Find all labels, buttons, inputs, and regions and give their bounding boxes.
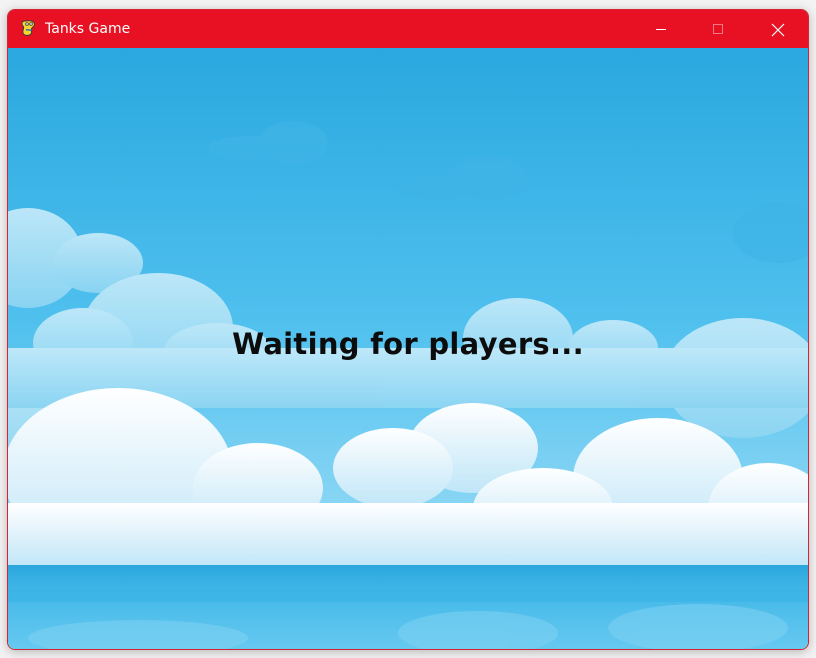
game-window: Tanks Game Waiting for players... [7, 9, 809, 650]
waiting-status-text: Waiting for players... [232, 327, 584, 361]
maximize-button[interactable] [695, 10, 741, 48]
window-title: Tanks Game [45, 21, 131, 37]
pygame-snake-icon [19, 18, 39, 38]
minimize-button[interactable] [638, 10, 684, 48]
close-button[interactable] [754, 10, 800, 48]
close-icon [771, 23, 785, 37]
game-canvas[interactable]: Waiting for players... [8, 48, 808, 649]
maximize-icon [713, 24, 723, 34]
minimize-icon [656, 29, 666, 30]
title-bar[interactable]: Tanks Game [8, 10, 808, 48]
